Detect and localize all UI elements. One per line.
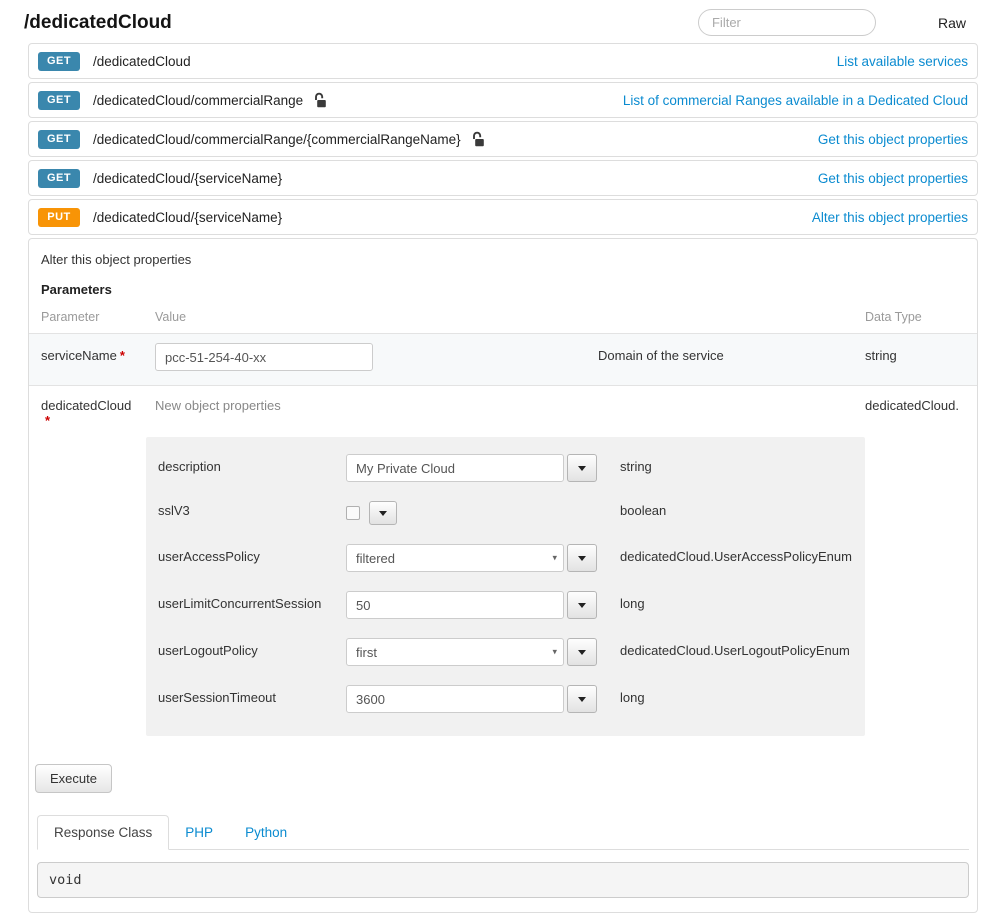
column-data-type: Data Type (865, 310, 965, 324)
usersessiontimeout-input[interactable] (346, 685, 564, 713)
object-properties-box: description string sslV3 boolean (146, 437, 865, 736)
required-asterisk: * (45, 413, 155, 428)
servicename-input[interactable] (155, 343, 373, 371)
caret-down-icon (578, 603, 586, 608)
param-description: New object properties (155, 398, 865, 413)
sslv3-checkbox[interactable] (346, 506, 360, 520)
param-data-type: string (865, 343, 965, 363)
operation-description: Alter this object properties (29, 239, 977, 268)
field-data-type: boolean (608, 501, 853, 518)
open-lock-icon (471, 131, 485, 147)
select-arrow-icon: ▾ (552, 647, 557, 658)
endpoint-row-list-services[interactable]: GET /dedicatedCloud List available servi… (28, 43, 978, 79)
field-data-type: string (608, 454, 853, 474)
caret-down-icon (578, 650, 586, 655)
caret-down-icon (578, 466, 586, 471)
filter-wrap (698, 9, 876, 36)
field-row-userlimitconcurrentsession: userLimitConcurrentSession long (158, 591, 853, 619)
useraccesspolicy-dropdown-button[interactable] (567, 544, 597, 572)
parameters-table-header: Parameter Value Data Type (29, 308, 977, 334)
param-description: Domain of the service (598, 343, 865, 363)
endpoint-path: /dedicatedCloud/commercialRange (93, 93, 303, 108)
raw-link[interactable]: Raw (938, 15, 966, 31)
endpoint-row-put-service[interactable]: PUT /dedicatedCloud/{serviceName} Alter … (28, 199, 978, 235)
field-data-type: dedicatedCloud.UserAccessPolicyEnum (608, 544, 853, 564)
endpoint-row-get-service[interactable]: GET /dedicatedCloud/{serviceName} Get th… (28, 160, 978, 196)
select-arrow-icon: ▾ (552, 553, 557, 564)
field-label: sslV3 (158, 501, 346, 518)
endpoint-path: /dedicatedCloud (93, 54, 191, 69)
filter-input[interactable] (698, 9, 876, 36)
field-data-type: long (608, 591, 853, 611)
field-label: userAccessPolicy (158, 544, 346, 564)
tab-response-class[interactable]: Response Class (37, 815, 169, 850)
description-dropdown-button[interactable] (567, 454, 597, 482)
field-data-type: dedicatedCloud.UserLogoutPolicyEnum (608, 638, 853, 658)
column-value: Value (155, 310, 598, 324)
field-row-usersessiontimeout: userSessionTimeout long (158, 685, 853, 713)
userlimitconcurrentsession-dropdown-button[interactable] (567, 591, 597, 619)
parameters-heading: Parameters (29, 268, 977, 308)
field-label: description (158, 454, 346, 474)
execute-button[interactable]: Execute (35, 764, 112, 793)
endpoint-summary-link[interactable]: Alter this object properties (812, 210, 968, 225)
endpoint-path: /dedicatedCloud/{serviceName} (93, 210, 282, 225)
open-lock-icon (313, 92, 327, 108)
method-badge-get: GET (38, 130, 80, 149)
method-badge-get: GET (38, 169, 80, 188)
param-row-dedicatedcloud: dedicatedCloud * New object properties d… (29, 386, 977, 736)
endpoint-path: /dedicatedCloud/{serviceName} (93, 171, 282, 186)
page-header: /dedicatedCloud Raw (0, 0, 990, 43)
useraccesspolicy-select[interactable]: filtered ▾ (346, 544, 564, 572)
field-row-sslv3: sslV3 boolean (158, 501, 853, 525)
usersessiontimeout-dropdown-button[interactable] (567, 685, 597, 713)
method-badge-get: GET (38, 91, 80, 110)
param-data-type: dedicatedCloud. (865, 398, 965, 413)
method-badge-get: GET (38, 52, 80, 71)
caret-down-icon (379, 511, 387, 516)
field-row-description: description string (158, 454, 853, 482)
column-parameter: Parameter (41, 310, 155, 324)
required-asterisk: * (120, 348, 125, 363)
tab-php[interactable]: PHP (169, 816, 229, 849)
description-input[interactable] (346, 454, 564, 482)
caret-down-icon (578, 556, 586, 561)
param-name: serviceName (41, 348, 117, 363)
field-label: userLimitConcurrentSession (158, 591, 346, 611)
caret-down-icon (578, 697, 586, 702)
page-title: /dedicatedCloud (24, 12, 172, 34)
field-label: userLogoutPolicy (158, 638, 346, 658)
response-tabs: Response Class PHP Python (37, 815, 969, 850)
field-row-userlogoutpolicy: userLogoutPolicy first ▾ dedicatedCloud.… (158, 638, 853, 666)
response-class-value: void (37, 862, 969, 898)
userlogoutpolicy-dropdown-button[interactable] (567, 638, 597, 666)
endpoint-row-commercial-range[interactable]: GET /dedicatedCloud/commercialRange List… (28, 82, 978, 118)
endpoint-summary-link[interactable]: Get this object properties (818, 132, 968, 147)
method-badge-put: PUT (38, 208, 80, 227)
userlimitconcurrentsession-input[interactable] (346, 591, 564, 619)
endpoint-row-commercial-range-name[interactable]: GET /dedicatedCloud/commercialRange/{com… (28, 121, 978, 157)
endpoint-summary-link[interactable]: Get this object properties (818, 171, 968, 186)
endpoint-summary-link[interactable]: List of commercial Ranges available in a… (623, 93, 968, 108)
param-name: dedicatedCloud (41, 398, 155, 413)
field-data-type: long (608, 685, 853, 705)
field-row-useraccesspolicy: userAccessPolicy filtered ▾ dedicatedClo… (158, 544, 853, 572)
operation-detail-panel: Alter this object properties Parameters … (28, 238, 978, 913)
param-row-servicename: serviceName* Domain of the service strin… (29, 334, 977, 386)
field-label: userSessionTimeout (158, 685, 346, 705)
endpoint-path: /dedicatedCloud/commercialRange/{commerc… (93, 132, 461, 147)
endpoint-summary-link[interactable]: List available services (837, 54, 968, 69)
tab-python[interactable]: Python (229, 816, 303, 849)
userlogoutpolicy-select[interactable]: first ▾ (346, 638, 564, 666)
sslv3-dropdown-button[interactable] (369, 501, 397, 525)
